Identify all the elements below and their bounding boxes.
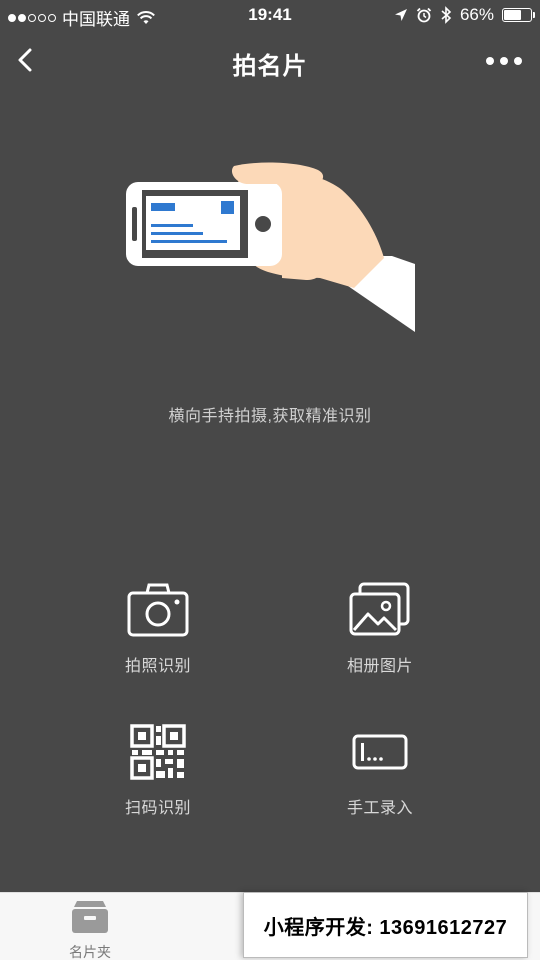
card-line-3 (151, 240, 227, 243)
page-title: 拍名片 (232, 53, 308, 80)
card-logo (221, 201, 234, 214)
hint-text: 横向手持拍摄,获取精准识别 (168, 408, 372, 425)
tab-label: 名片夹 (69, 944, 111, 960)
bluetooth-icon (441, 6, 452, 24)
action-scan-code[interactable]: 扫码识别 (58, 724, 258, 834)
action-manual-input[interactable]: 手工录入 (280, 724, 480, 834)
card-line-2 (151, 232, 203, 235)
more-dots-icon[interactable] (484, 46, 524, 76)
alarm-icon (416, 7, 432, 23)
chevron-left-icon[interactable] (10, 42, 46, 78)
qr-code-icon (130, 724, 186, 780)
camera-icon (127, 583, 189, 637)
phone-home-button (255, 216, 271, 232)
action-label: 扫码识别 (124, 800, 191, 817)
status-bar: 中国联通 19:41 66% (0, 0, 540, 32)
phone-speaker (132, 207, 137, 241)
developer-watermark: 小程序开发: 13691612727 (243, 892, 528, 958)
location-arrow-icon (394, 9, 407, 21)
action-label: 手工录入 (346, 800, 413, 817)
photo-album-icon (349, 582, 410, 636)
card-title-bar (151, 203, 175, 211)
battery-icon (502, 8, 535, 22)
navigation-bar: 拍名片 (0, 32, 540, 90)
card-line-1 (151, 224, 193, 227)
action-label: 拍照识别 (124, 658, 191, 675)
status-right: 66% (394, 5, 535, 25)
battery-level (504, 10, 522, 20)
hand-holding-phone-illustration (126, 162, 415, 332)
action-camera-recognize[interactable]: 拍照识别 (58, 582, 258, 692)
card-box-icon (72, 901, 108, 933)
tab-card-holder[interactable]: 名片夹 (40, 899, 140, 960)
watermark-text: 小程序开发: 13691612727 (263, 916, 508, 939)
manual-input-icon (352, 734, 408, 770)
finger-top (231, 162, 324, 184)
action-label: 相册图片 (346, 658, 413, 675)
battery-percent: 66% (459, 5, 494, 24)
action-album-picture[interactable]: 相册图片 (280, 582, 480, 692)
